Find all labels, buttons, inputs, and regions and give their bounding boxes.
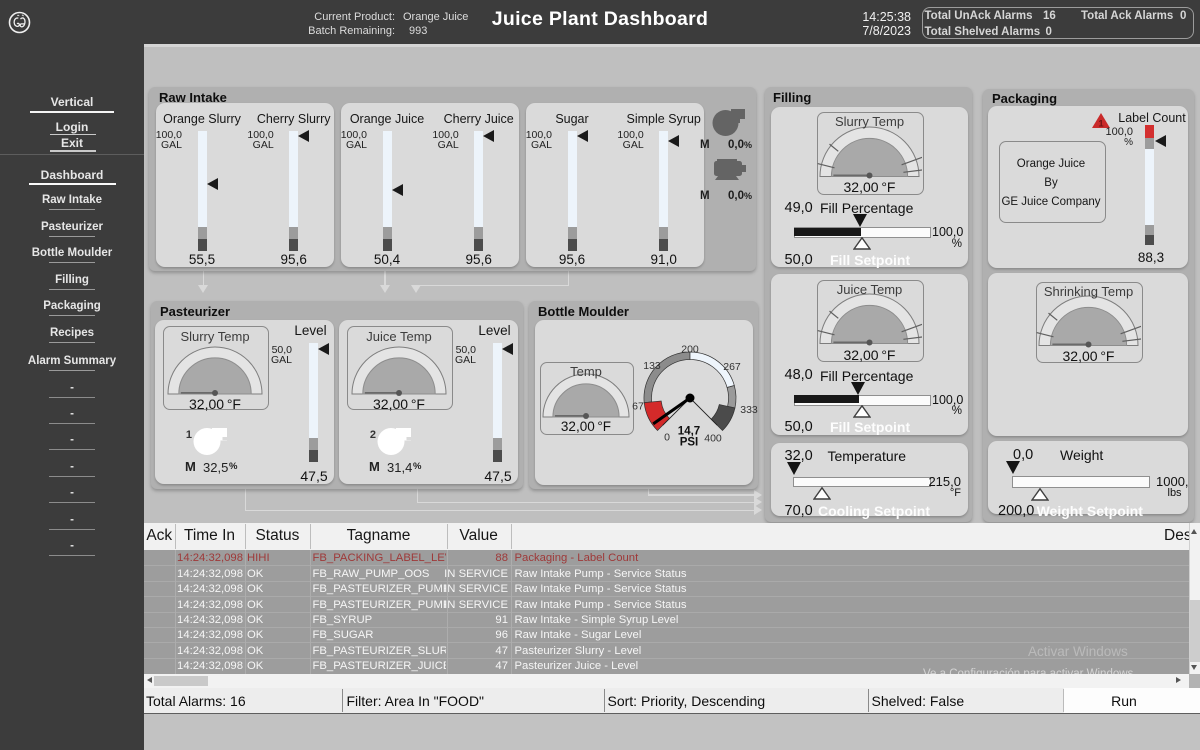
svg-text:PSI: PSI — [680, 436, 699, 448]
svg-text:67: 67 — [632, 400, 644, 412]
svg-text:0: 0 — [664, 431, 670, 443]
svg-text:333: 333 — [740, 404, 758, 416]
svg-text:200: 200 — [681, 343, 699, 355]
svg-text:400: 400 — [704, 432, 722, 444]
svg-text:133: 133 — [643, 360, 661, 372]
svg-text:267: 267 — [723, 361, 741, 373]
